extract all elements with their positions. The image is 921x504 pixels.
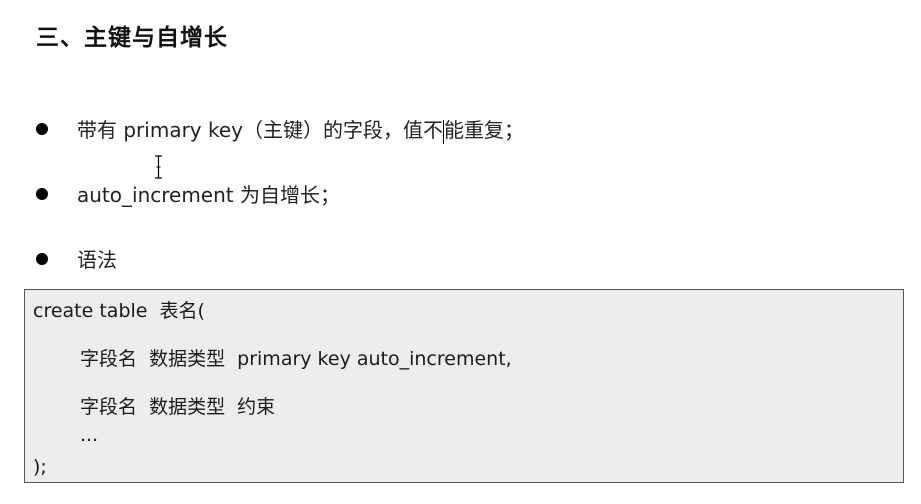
bullet-icon (36, 187, 48, 200)
bullet-item-auto-increment: auto_increment 为自增长； (36, 179, 340, 208)
section-heading: 三、主键与自增长 (36, 25, 228, 51)
code-line-1: create table 表名( (33, 300, 205, 322)
bullet-text-part1: 带有 primary key（主键）的字段，值不 (77, 118, 443, 142)
bullet-icon (36, 252, 48, 265)
bullet-item-primary-key: 带有 primary key（主键）的字段，值不能重复； (36, 114, 524, 144)
bullet-text[interactable]: auto_increment 为自增长； (77, 179, 340, 208)
code-line-5: ); (33, 456, 47, 478)
bullet-text-part2: 能重复； (444, 118, 524, 142)
ibeam-cursor-icon (155, 155, 162, 179)
bullet-text[interactable]: 语法 (77, 244, 117, 273)
document-page: 三、主键与自增长 带有 primary key（主键）的字段，值不能重复； au… (0, 0, 921, 504)
bullet-icon (36, 122, 48, 135)
code-line-3: 字段名 数据类型 约束 (80, 396, 276, 418)
bullet-text[interactable]: 带有 primary key（主键）的字段，值不能重复； (77, 114, 524, 144)
code-line-2: 字段名 数据类型 primary key auto_increment, (80, 348, 512, 370)
code-line-4: ... (80, 424, 99, 446)
code-block: create table 表名( 字段名 数据类型 primary key au… (24, 289, 904, 483)
bullet-item-syntax: 语法 (36, 244, 117, 273)
